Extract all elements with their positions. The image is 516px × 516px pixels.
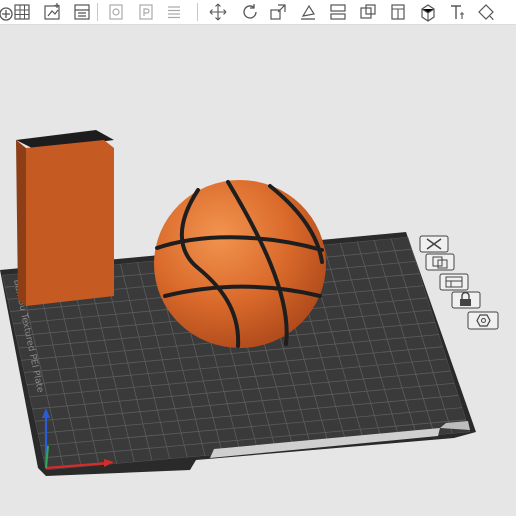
copy-plate-icon[interactable] bbox=[106, 2, 126, 22]
box-object[interactable] bbox=[16, 130, 114, 306]
top-toolbar bbox=[0, 0, 516, 25]
arrange-grid-icon[interactable] bbox=[12, 2, 32, 22]
viewport-canvas[interactable]: Bambu Textured PEI Plate bbox=[0, 25, 516, 516]
object-list-icon[interactable] bbox=[164, 2, 184, 22]
import-model-icon[interactable] bbox=[42, 2, 62, 22]
color-paint-icon[interactable] bbox=[476, 2, 496, 22]
auto-orient-icon[interactable] bbox=[425, 253, 455, 271]
text-tool-icon[interactable] bbox=[448, 2, 468, 22]
delete-plate-icon[interactable] bbox=[419, 235, 449, 253]
cut-icon[interactable] bbox=[328, 2, 348, 22]
3d-viewport[interactable]: Bambu Textured PEI Plate bbox=[0, 25, 516, 516]
toolbar-separator bbox=[197, 3, 198, 21]
plate-layout-icon[interactable] bbox=[72, 2, 92, 22]
scale-icon[interactable] bbox=[268, 2, 288, 22]
arrange-plate-icon[interactable] bbox=[439, 273, 469, 291]
plate-settings-icon[interactable] bbox=[136, 2, 156, 22]
rotate-icon[interactable] bbox=[240, 2, 260, 22]
plate-settings-gear-icon[interactable] bbox=[467, 311, 499, 330]
support-paint-icon[interactable] bbox=[388, 2, 408, 22]
seam-paint-icon[interactable] bbox=[418, 2, 438, 22]
basketball-object[interactable] bbox=[154, 180, 326, 348]
boolean-icon[interactable] bbox=[358, 2, 378, 22]
move-icon[interactable] bbox=[208, 2, 228, 22]
lock-plate-icon[interactable] bbox=[451, 291, 481, 309]
lay-on-face-icon[interactable] bbox=[298, 2, 318, 22]
toolbar-separator bbox=[97, 3, 98, 21]
